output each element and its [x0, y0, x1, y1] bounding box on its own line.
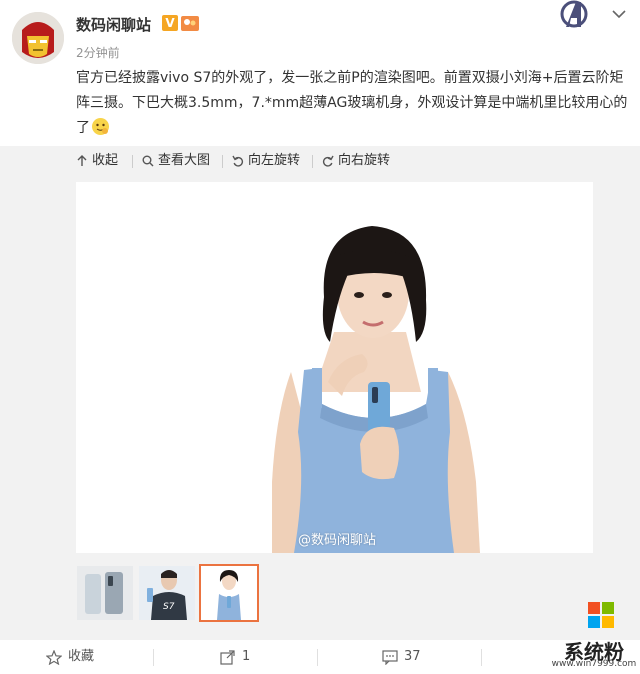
toolbar-divider	[222, 155, 223, 168]
thumbnail-2[interactable]: S7	[139, 566, 195, 620]
toolbar-divider	[132, 155, 133, 168]
comment-icon	[382, 650, 398, 665]
view-large-label: 查看大图	[158, 153, 211, 168]
author-name[interactable]: 数码闲聊站	[76, 14, 151, 35]
windows-logo-tile	[602, 616, 614, 628]
post-timestamp: 2分钟前	[76, 46, 120, 60]
toolbar-divider	[312, 155, 313, 168]
post-header: 数码闲聊站 V 2分钟前	[0, 0, 640, 70]
main-photo[interactable]: @数码闲聊站	[76, 182, 593, 553]
rotate-left-label: 向左旋转	[248, 153, 301, 168]
thumbnail-1[interactable]	[77, 566, 133, 620]
post-actions: 收藏 1 37	[0, 640, 640, 674]
favorite-label: 收藏	[68, 649, 95, 664]
avengers-badge-icon	[560, 0, 588, 28]
collapse-label: 收起	[92, 153, 119, 168]
verified-badge: V	[162, 15, 178, 31]
post-text: 官方已经披露vivo S7的外观了，发一张之前P的渲染图吧。前置双摄小刘海+后置…	[76, 70, 628, 136]
repost-count: 1	[242, 649, 251, 664]
rotate-left-icon	[232, 155, 244, 167]
comment-count: 37	[404, 649, 421, 664]
chevron-down-icon[interactable]	[611, 8, 627, 20]
rotate-right-icon	[322, 155, 334, 167]
member-badge-icon	[181, 16, 199, 31]
avatar[interactable]	[12, 12, 64, 64]
windows-logo-tile	[602, 602, 614, 614]
iron-man-avatar-icon	[12, 12, 64, 64]
phone-render-thumbnail	[77, 566, 133, 620]
woman-with-phone-thumbnail	[201, 566, 257, 620]
search-icon	[142, 155, 154, 167]
thumbnail-s7-label: S7	[163, 602, 175, 612]
footer-divider	[481, 649, 482, 666]
post-body: 官方已经披露vivo S7的外观了，发一张之前P的渲染图吧。前置双摄小刘海+后置…	[76, 66, 632, 141]
thumbnail-3[interactable]	[199, 564, 259, 622]
footer-divider	[153, 649, 154, 666]
share-icon	[220, 650, 235, 665]
woman-with-phone-illustration	[76, 182, 593, 553]
face-emoji-icon	[92, 118, 109, 135]
image-watermark: @数码闲聊站	[298, 533, 377, 548]
windows-logo-tile	[588, 616, 600, 628]
star-icon	[46, 650, 62, 665]
site-watermark-logo: 系统粉 www.win7999.com	[548, 596, 640, 674]
windows-logo-icon	[588, 602, 600, 614]
arrow-up-icon	[77, 155, 87, 166]
site-url: www.win7999.com	[551, 659, 637, 669]
footer-divider	[317, 649, 318, 666]
rotate-right-label: 向右旋转	[338, 153, 391, 168]
